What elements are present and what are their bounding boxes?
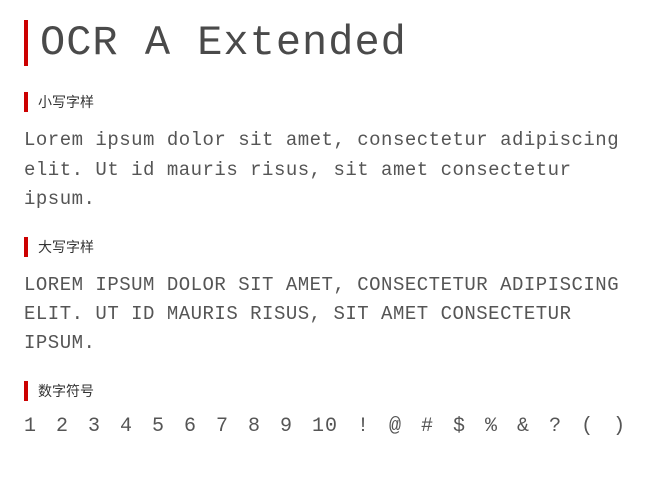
lowercase-label: 小写字样 (38, 94, 94, 110)
numeric-label: 数字符号 (38, 383, 94, 399)
numeric-sample: 1 2 3 4 5 6 7 8 9 10 ! @ # $ % & ? ( ) (24, 415, 648, 438)
uppercase-heading: 大写字样 (24, 237, 648, 257)
uppercase-section: 大写字样 LOREM IPSUM DOLOR SIT AMET, CONSECT… (24, 237, 648, 359)
lowercase-heading: 小写字样 (24, 92, 648, 112)
uppercase-label: 大写字样 (38, 239, 94, 255)
numeric-heading: 数字符号 (24, 381, 648, 401)
font-title: OCR A Extended (40, 20, 648, 66)
font-title-wrap: OCR A Extended (24, 20, 648, 66)
lowercase-section: 小写字样 Lorem ipsum dolor sit amet, consect… (24, 92, 648, 214)
numeric-section: 数字符号 1 2 3 4 5 6 7 8 9 10 ! @ # $ % & ? … (24, 381, 648, 438)
uppercase-sample: LOREM IPSUM DOLOR SIT AMET, CONSECTETUR … (24, 271, 648, 359)
lowercase-sample: Lorem ipsum dolor sit amet, consectetur … (24, 126, 648, 214)
